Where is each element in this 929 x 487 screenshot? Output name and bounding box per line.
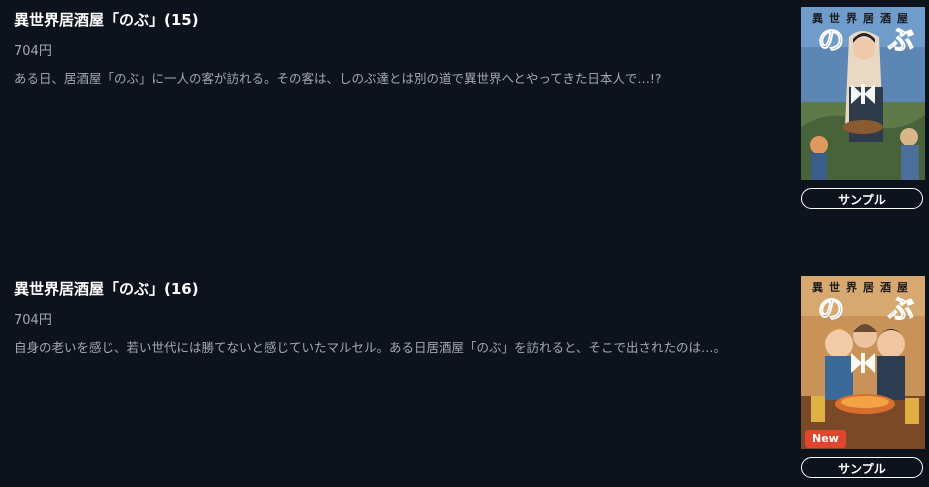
- sample-button[interactable]: サンプル: [801, 188, 923, 209]
- svg-text:ぶ: ぶ: [887, 295, 914, 325]
- sample-button[interactable]: サンプル: [801, 457, 923, 478]
- product-title[interactable]: 異世界居酒屋「のぶ」(15): [14, 9, 199, 30]
- cover-title-text: 異世界居酒屋: [812, 280, 914, 294]
- svg-text:ぶ: ぶ: [887, 26, 914, 56]
- product-title[interactable]: 異世界居酒屋「のぶ」(16): [14, 278, 199, 299]
- product-description: 自身の老いを感じ、若い世代には勝てないと感じていたマルセル。ある日居酒屋「のぶ」…: [14, 340, 727, 355]
- product-price: 704円: [14, 44, 52, 59]
- svg-text:の: の: [818, 26, 844, 56]
- new-badge: New: [805, 430, 846, 448]
- play-pause-icon[interactable]: [849, 81, 877, 107]
- product-description: ある日、居酒屋「のぶ」に一人の客が訪れる。その客は、しのぶ達とは別の道で異世界へ…: [14, 71, 662, 86]
- cover-image[interactable]: 異世界居酒屋 の ぶ: [801, 7, 925, 180]
- play-pause-icon[interactable]: [849, 350, 877, 376]
- product-price: 704円: [14, 313, 52, 328]
- svg-text:の: の: [818, 295, 844, 325]
- cover-image[interactable]: 異世界居酒屋 の ぶ New: [801, 276, 925, 449]
- cover-title-text: 異世界居酒屋: [812, 11, 914, 25]
